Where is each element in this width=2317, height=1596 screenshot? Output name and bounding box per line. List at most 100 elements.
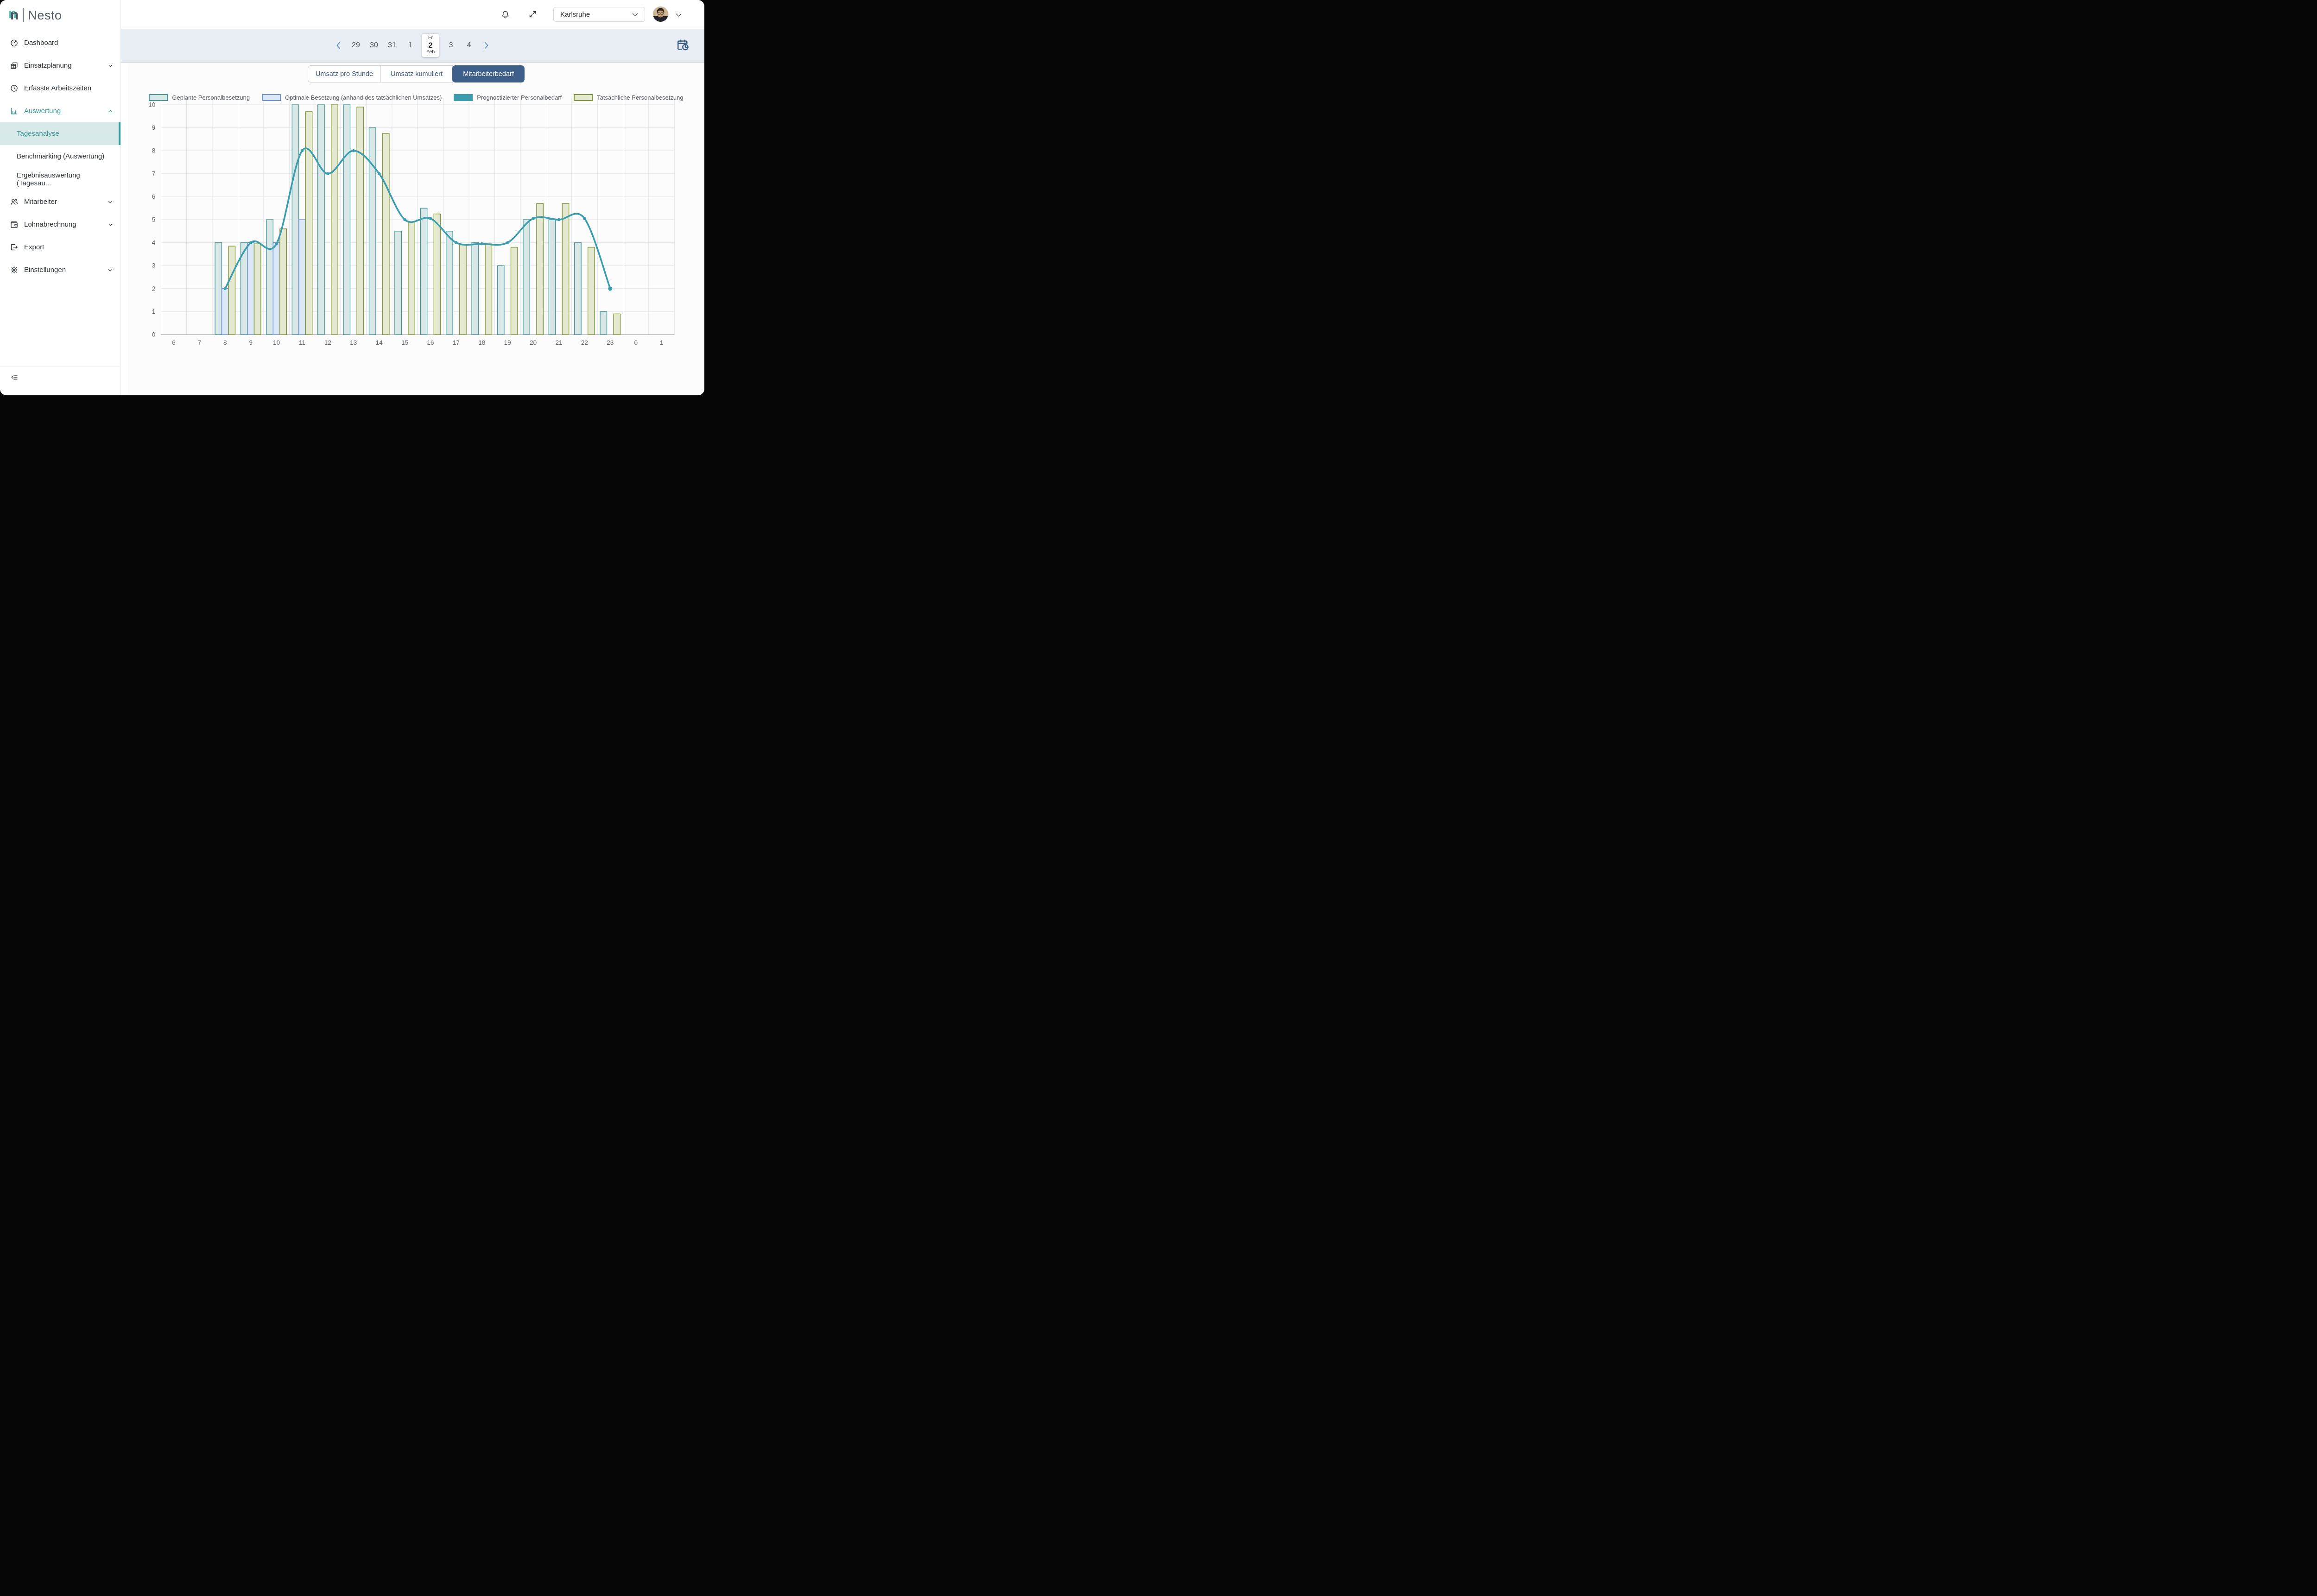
sidebar-nav: Dashboard Einsatzplanung Erfasste Arbeitsz… [0, 32, 120, 281]
planning-icon [9, 61, 19, 70]
selected-day-weekday: Fr [426, 35, 435, 41]
svg-text:23: 23 [607, 339, 614, 346]
sidebar-footer [0, 367, 120, 391]
svg-text:17: 17 [453, 339, 460, 346]
date-band: 29 30 31 1 Fr2Feb 34 [120, 29, 704, 63]
chevron-down-icon [108, 267, 113, 273]
svg-text:11: 11 [299, 339, 305, 346]
legend-swatch-ist [574, 94, 593, 101]
svg-text:2: 2 [152, 285, 156, 292]
day-button[interactable]: 1 [403, 41, 417, 50]
tab-mitarbeiterbedarf[interactable]: Mitarbeiterbedarf [452, 65, 525, 82]
selected-day-card[interactable]: Fr2Feb [422, 34, 439, 57]
legend-label: Tatsächliche Personalbesetzung [597, 94, 683, 101]
sidebar-item-lohnabrechnung[interactable]: Lohnabrechnung [0, 213, 120, 236]
legend-swatch-prognose [454, 94, 473, 101]
chart-legend: Geplante Personalbesetzung Optimale Beset… [128, 94, 704, 101]
svg-text:9: 9 [249, 339, 253, 346]
svg-text:5: 5 [152, 216, 156, 223]
sidebar-item-ergebnisauswertung[interactable]: Ergebnisauswertung (Tagesau... [0, 168, 120, 190]
date-navigation: 29 30 31 1 Fr2Feb 34 [333, 29, 492, 62]
selected-day-month: Feb [426, 50, 435, 55]
legend-label: Prognostizierter Personalbedarf [477, 94, 562, 101]
previous-days-chevron-left-icon[interactable] [333, 39, 345, 51]
logo-divider [23, 8, 24, 22]
svg-text:10: 10 [273, 339, 280, 346]
selected-day-number: 2 [426, 41, 435, 50]
legend-item-geplant[interactable]: Geplante Personalbesetzung [149, 94, 250, 101]
calendar-clock-icon[interactable] [675, 38, 692, 53]
sidebar-item-label: Mitarbeiter [24, 198, 57, 206]
collapse-sidebar-icon[interactable] [10, 375, 19, 383]
tab-umsatz-kumuliert[interactable]: Umsatz kumuliert [380, 65, 453, 82]
sidebar-item-label: Einstellungen [24, 266, 66, 274]
svg-text:13: 13 [350, 339, 357, 346]
legend-item-prognose[interactable]: Prognostizierter Personalbedarf [454, 94, 562, 101]
dashboard-icon [9, 38, 19, 48]
day-button[interactable]: 3 [444, 41, 458, 50]
svg-text:20: 20 [530, 339, 537, 346]
sidebar-item-dashboard[interactable]: Dashboard [0, 32, 120, 54]
notifications-bell-icon[interactable] [500, 10, 510, 19]
fullscreen-expand-icon[interactable] [528, 10, 538, 19]
sidebar-item-label: Benchmarking (Auswertung) [17, 152, 104, 160]
svg-text:1: 1 [660, 339, 664, 346]
svg-text:12: 12 [324, 339, 331, 346]
clock-icon [9, 84, 19, 93]
topbar: Karlsruhe [120, 0, 704, 29]
sidebar-item-mitarbeiter[interactable]: Mitarbeiter [0, 190, 120, 213]
legend-item-optimal[interactable]: Optimale Besetzung (anhand des tatsächli… [262, 94, 442, 101]
app-window: n Nesto Dashboard Einsatzplanung Erfasste … [0, 0, 704, 395]
tab-umsatz-pro-stunde[interactable]: Umsatz pro Stunde [308, 65, 381, 82]
location-select[interactable]: Karlsruhe [553, 7, 645, 22]
svg-text:7: 7 [152, 170, 156, 177]
chart-card: Umsatz pro StundeUmsatz kumuliertMitarbe… [128, 62, 704, 395]
legend-label: Geplante Personalbesetzung [172, 94, 250, 101]
day-button[interactable]: 31 [385, 41, 399, 50]
day-button[interactable]: 4 [462, 41, 476, 50]
svg-text:7: 7 [198, 339, 202, 346]
export-icon [9, 243, 19, 252]
location-select-value: Karlsruhe [560, 11, 590, 19]
sidebar-item-export[interactable]: Export [0, 236, 120, 259]
user-menu-chevron-down-icon[interactable] [675, 11, 683, 21]
chevron-down-icon [631, 11, 639, 19]
next-days-chevron-right-icon[interactable] [480, 39, 492, 51]
legend-item-ist[interactable]: Tatsächliche Personalbesetzung [574, 94, 683, 101]
chevron-down-icon [108, 63, 113, 69]
chevron-up-icon [108, 108, 113, 114]
svg-text:4: 4 [152, 239, 156, 246]
svg-text:21: 21 [555, 339, 562, 346]
svg-text:0: 0 [152, 331, 156, 338]
logo-wordmark: Nesto [28, 8, 62, 23]
staffing-chart: 0123456789106789101112131415161718192021… [128, 62, 704, 395]
sidebar-item-label: Dashboard [24, 39, 58, 47]
legend-swatch-optimal [262, 94, 281, 101]
chart-icon [9, 107, 19, 116]
sidebar-item-einstellungen[interactable]: Einstellungen [0, 259, 120, 281]
svg-text:16: 16 [427, 339, 434, 346]
user-avatar[interactable] [653, 6, 668, 22]
nesto-logo: n Nesto [10, 6, 62, 24]
svg-text:3: 3 [152, 262, 156, 269]
day-button[interactable]: 30 [367, 41, 381, 50]
sidebar-item-einsatzplanung[interactable]: Einsatzplanung [0, 54, 120, 77]
svg-text:8: 8 [223, 339, 227, 346]
gear-icon [9, 266, 19, 275]
sidebar-item-benchmarking[interactable]: Benchmarking (Auswertung) [0, 145, 120, 168]
legend-swatch-geplant [149, 94, 168, 101]
svg-text:6: 6 [152, 193, 156, 200]
sidebar-item-auswertung[interactable]: Auswertung [0, 100, 120, 122]
svg-text:22: 22 [581, 339, 588, 346]
svg-text:6: 6 [172, 339, 176, 346]
sidebar-item-label: Erfasste Arbeitszeiten [24, 84, 91, 92]
svg-text:19: 19 [504, 339, 511, 346]
sidebar-item-erfasste-arbeitszeiten[interactable]: Erfasste Arbeitszeiten [0, 77, 120, 100]
users-icon [9, 197, 19, 207]
sidebar-item-label: Auswertung [24, 107, 61, 115]
day-button[interactable]: 29 [349, 41, 363, 50]
sidebar-item-tagesanalyse[interactable]: Tagesanalyse [0, 122, 120, 145]
wallet-icon [9, 220, 19, 229]
svg-text:9: 9 [152, 124, 156, 131]
svg-text:0: 0 [634, 339, 638, 346]
